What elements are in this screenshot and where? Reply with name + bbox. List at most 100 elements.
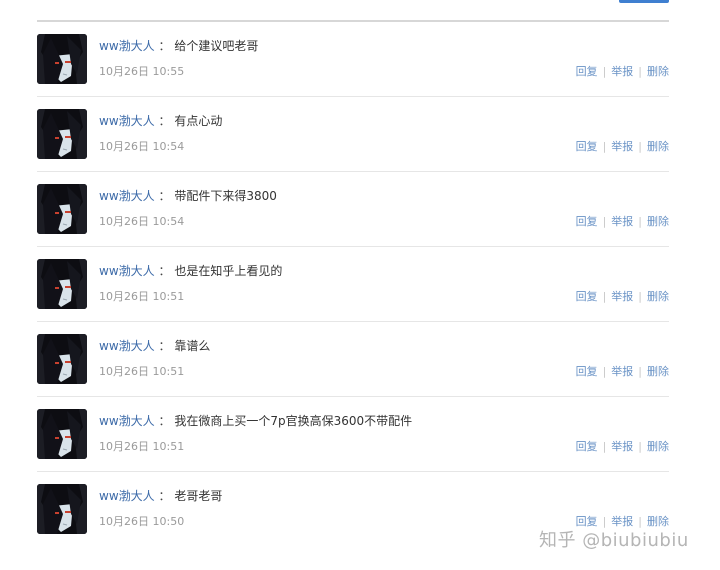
anime-character-avatar-icon bbox=[37, 334, 87, 384]
avatar[interactable] bbox=[37, 109, 87, 159]
avatar[interactable] bbox=[37, 259, 87, 309]
message-line: ww渤大人 ： 老哥老哥 bbox=[99, 487, 222, 505]
name-separator: ： bbox=[158, 339, 171, 353]
report-link[interactable]: 举报 bbox=[611, 140, 633, 153]
action-divider: | bbox=[638, 515, 642, 528]
message-line: ww渤大人 ： 带配件下来得3800 bbox=[99, 187, 277, 205]
username-link[interactable]: ww渤大人 bbox=[99, 264, 155, 278]
anime-character-avatar-icon bbox=[37, 409, 87, 459]
message-item: ww渤大人 ： 我在微商上买一个7p官换高保3600不带配件 10月26日 10… bbox=[37, 397, 669, 472]
action-divider: | bbox=[602, 365, 607, 378]
message-text: 也是在知乎上看见的 bbox=[174, 264, 283, 278]
message-actions: 回复 | 举报 | 删除 bbox=[576, 289, 669, 305]
report-link[interactable]: 举报 bbox=[611, 65, 633, 78]
message-time: 10月26日 10:50 bbox=[99, 515, 185, 528]
username-link[interactable]: ww渤大人 bbox=[99, 39, 155, 53]
message-actions: 回复 | 举报 | 删除 bbox=[576, 514, 669, 530]
delete-link[interactable]: 删除 bbox=[647, 140, 669, 153]
message-item: ww渤大人 ： 有点心动 10月26日 10:54 回复 | 举报 | 删除 bbox=[37, 97, 669, 172]
message-item: ww渤大人 ： 带配件下来得3800 10月26日 10:54 回复 | 举报 | 删除 bbox=[37, 172, 669, 247]
message-actions: 回复 | 举报 | 删除 bbox=[576, 139, 669, 155]
message-text: 靠谱么 bbox=[174, 339, 211, 353]
avatar[interactable] bbox=[37, 184, 87, 234]
message-page: ww渤大人 ： 给个建议吧老哥 10月26日 10:55 回复 | 举报 | 删除 bbox=[0, 0, 720, 570]
message-time: 10月26日 10:51 bbox=[99, 440, 185, 453]
message-actions: 回复 | 举报 | 删除 bbox=[576, 364, 669, 380]
username-link[interactable]: ww渤大人 bbox=[99, 189, 155, 203]
action-divider: | bbox=[602, 140, 607, 153]
message-actions: 回复 | 举报 | 删除 bbox=[576, 214, 669, 230]
avatar[interactable] bbox=[37, 409, 87, 459]
reply-link[interactable]: 回复 bbox=[576, 65, 598, 78]
avatar[interactable] bbox=[37, 484, 87, 534]
message-line: ww渤大人 ： 我在微商上买一个7p官换高保3600不带配件 bbox=[99, 412, 412, 430]
avatar[interactable] bbox=[37, 34, 87, 84]
reply-link[interactable]: 回复 bbox=[576, 215, 598, 228]
message-actions: 回复 | 举报 | 删除 bbox=[576, 64, 669, 80]
reply-link[interactable]: 回复 bbox=[576, 140, 598, 153]
name-separator: ： bbox=[158, 189, 171, 203]
report-link[interactable]: 举报 bbox=[611, 440, 633, 453]
message-line: ww渤大人 ： 也是在知乎上看见的 bbox=[99, 262, 282, 280]
action-divider: | bbox=[638, 140, 642, 153]
delete-link[interactable]: 删除 bbox=[647, 290, 669, 303]
action-divider: | bbox=[638, 215, 642, 228]
message-text: 给个建议吧老哥 bbox=[174, 39, 259, 53]
message-text: 有点心动 bbox=[174, 114, 223, 128]
report-link[interactable]: 举报 bbox=[611, 515, 633, 528]
delete-link[interactable]: 删除 bbox=[647, 65, 669, 78]
message-list: ww渤大人 ： 给个建议吧老哥 10月26日 10:55 回复 | 举报 | 删除 bbox=[37, 22, 669, 546]
username-link[interactable]: ww渤大人 bbox=[99, 339, 155, 353]
report-link[interactable]: 举报 bbox=[611, 290, 633, 303]
report-link[interactable]: 举报 bbox=[611, 365, 633, 378]
message-actions: 回复 | 举报 | 删除 bbox=[576, 439, 669, 455]
message-time: 10月26日 10:55 bbox=[99, 65, 185, 78]
name-separator: ： bbox=[158, 264, 171, 278]
message-time: 10月26日 10:51 bbox=[99, 290, 185, 303]
username-link[interactable]: ww渤大人 bbox=[99, 114, 155, 128]
delete-link[interactable]: 删除 bbox=[647, 365, 669, 378]
message-time: 10月26日 10:54 bbox=[99, 140, 185, 153]
delete-link[interactable]: 删除 bbox=[647, 515, 669, 528]
action-divider: | bbox=[638, 440, 642, 453]
anime-character-avatar-icon bbox=[37, 259, 87, 309]
name-separator: ： bbox=[158, 39, 171, 53]
name-separator: ： bbox=[158, 414, 171, 428]
reply-link[interactable]: 回复 bbox=[576, 515, 598, 528]
message-time: 10月26日 10:51 bbox=[99, 365, 185, 378]
message-text: 我在微商上买一个7p官换高保3600不带配件 bbox=[174, 414, 413, 428]
name-separator: ： bbox=[158, 114, 171, 128]
action-divider: | bbox=[602, 290, 607, 303]
action-divider: | bbox=[638, 290, 642, 303]
reply-link[interactable]: 回复 bbox=[576, 440, 598, 453]
message-item: ww渤大人 ： 也是在知乎上看见的 10月26日 10:51 回复 | 举报 | 删除 bbox=[37, 247, 669, 322]
message-time: 10月26日 10:54 bbox=[99, 215, 185, 228]
watermark: 知乎 @biubiubiu bbox=[539, 530, 689, 551]
anime-character-avatar-icon bbox=[37, 34, 87, 84]
reply-link[interactable]: 回复 bbox=[576, 365, 598, 378]
message-line: ww渤大人 ： 靠谱么 bbox=[99, 337, 210, 355]
delete-link[interactable]: 删除 bbox=[647, 215, 669, 228]
username-link[interactable]: ww渤大人 bbox=[99, 489, 155, 503]
message-item: ww渤大人 ： 给个建议吧老哥 10月26日 10:55 回复 | 举报 | 删除 bbox=[37, 22, 669, 97]
avatar[interactable] bbox=[37, 334, 87, 384]
reply-link[interactable]: 回复 bbox=[576, 290, 598, 303]
message-text: 老哥老哥 bbox=[174, 489, 223, 503]
delete-link[interactable]: 删除 bbox=[647, 440, 669, 453]
message-text: 带配件下来得3800 bbox=[174, 189, 277, 203]
message-item: ww渤大人 ： 靠谱么 10月26日 10:51 回复 | 举报 | 删除 bbox=[37, 322, 669, 397]
action-divider: | bbox=[602, 515, 607, 528]
action-divider: | bbox=[638, 65, 642, 78]
anime-character-avatar-icon bbox=[37, 484, 87, 534]
anime-character-avatar-icon bbox=[37, 109, 87, 159]
username-link[interactable]: ww渤大人 bbox=[99, 414, 155, 428]
report-link[interactable]: 举报 bbox=[611, 215, 633, 228]
action-divider: | bbox=[602, 440, 607, 453]
action-divider: | bbox=[638, 365, 642, 378]
anime-character-avatar-icon bbox=[37, 184, 87, 234]
top-button-edge[interactable] bbox=[619, 0, 669, 3]
action-divider: | bbox=[602, 215, 607, 228]
message-line: ww渤大人 ： 有点心动 bbox=[99, 112, 222, 130]
name-separator: ： bbox=[158, 489, 171, 503]
message-line: ww渤大人 ： 给个建议吧老哥 bbox=[99, 37, 258, 55]
